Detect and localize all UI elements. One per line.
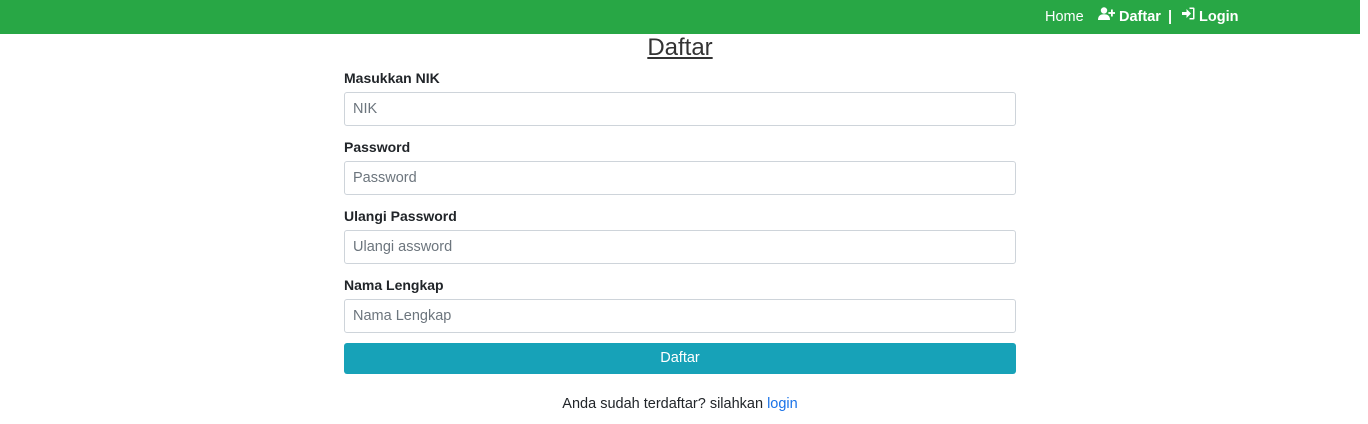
nav-daftar-link[interactable]: Daftar bbox=[1098, 0, 1161, 34]
repeat-password-label: Ulangi Password bbox=[344, 208, 457, 224]
navbar: Home Daftar | Login bbox=[0, 0, 1360, 34]
nik-input[interactable] bbox=[344, 92, 1016, 126]
nav-login-link[interactable]: Login bbox=[1182, 0, 1238, 34]
sign-in-icon bbox=[1182, 0, 1195, 33]
nik-label: Masukkan NIK bbox=[344, 70, 440, 86]
nav-daftar-label: Daftar bbox=[1119, 9, 1161, 25]
repeat-password-input[interactable] bbox=[344, 230, 1016, 264]
nav-home-link[interactable]: Home bbox=[1045, 0, 1084, 34]
user-plus-icon bbox=[1098, 0, 1116, 33]
password-input[interactable] bbox=[344, 161, 1016, 195]
full-name-input[interactable] bbox=[344, 299, 1016, 333]
nav-login-label: Login bbox=[1199, 9, 1239, 25]
password-label: Password bbox=[344, 139, 411, 155]
login-prompt: Anda sudah terdaftar? silahkan login bbox=[0, 395, 1360, 413]
login-link[interactable]: login bbox=[767, 396, 798, 412]
daftar-submit-button[interactable]: Daftar bbox=[344, 343, 1016, 374]
full-name-label: Nama Lengkap bbox=[344, 277, 444, 293]
page-title: Daftar bbox=[647, 34, 713, 61]
login-prompt-text: Anda sudah terdaftar? silahkan bbox=[562, 396, 764, 412]
nav-separator: | bbox=[1168, 9, 1173, 25]
